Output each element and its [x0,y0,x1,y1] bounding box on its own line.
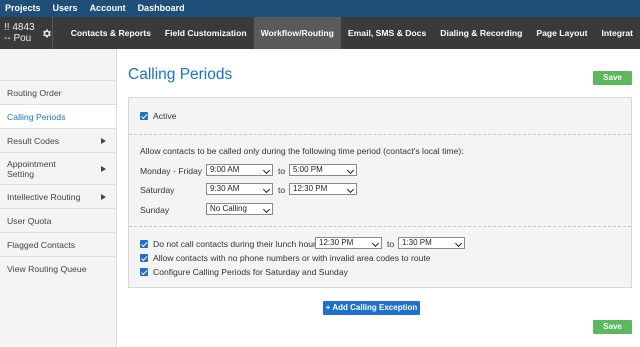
tab-email-sms-docs[interactable]: Email, SMS & Docs [341,17,433,49]
active-checkbox[interactable] [140,112,148,120]
select-value: 5:00 PM [293,165,323,174]
sidebar-item-label: Appointment Setting [7,158,56,179]
select-value: 12:30 PM [319,238,354,247]
chevron-down-icon [346,185,355,194]
weekday-to-select[interactable]: 5:00 PM [289,164,357,176]
no-phone-checkbox[interactable] [140,254,148,262]
select-value: 9:00 AM [210,165,240,174]
row-label-weekday: Monday - Friday [140,166,203,176]
sidebar-item-flagged-contacts[interactable]: Flagged Contacts [0,232,116,256]
to-label: to [387,239,395,249]
calling-periods-panel: Active Allow contacts to be called only … [128,97,632,288]
chevron-down-icon [371,239,380,248]
tab-integrations[interactable]: Integrat [594,17,640,49]
nav-users[interactable]: Users [47,0,84,17]
sidebar-item-user-quota[interactable]: User Quota [0,208,116,232]
sidebar-item-label: User Quota [7,215,52,226]
divider [129,134,631,135]
tab-dialing-recording[interactable]: Dialing & Recording [433,17,529,49]
sidebar-item-label: Intellective Routing [7,191,81,202]
to-label: to [278,166,286,176]
sidebar-item-intellective-routing[interactable]: Intellective Routing [0,184,116,208]
configure-weekend-checkbox[interactable] [140,268,148,276]
select-value: 12:30 PM [293,184,328,193]
sidebar-item-label: Flagged Contacts [7,239,76,250]
no-phone-label: Allow contacts with no phone numbers or … [153,253,431,263]
tab-field-customization[interactable]: Field Customization [158,17,254,49]
select-value: 9:30 AM [210,184,240,193]
chevron-down-icon [262,205,271,214]
nav-projects[interactable]: Projects [0,0,47,17]
sunday-select[interactable]: No Calling [206,203,273,215]
nav-account[interactable]: Account [84,0,132,17]
chevron-down-icon [262,185,271,194]
tab-workflow-routing[interactable]: Workflow/Routing [253,17,341,49]
select-value: No Calling [210,204,247,213]
sidebar-item-label: View Routing Queue [7,263,87,274]
lunch-label: Do not call contacts during their lunch … [153,239,316,249]
lunch-from-select[interactable]: 12:30 PM [315,237,382,249]
account-label: !! 4843 -- Pou [4,22,35,44]
tab-contacts-reports[interactable]: Contacts & Reports [64,17,158,49]
sidebar-item-label: Calling Periods [7,111,66,122]
save-button-top[interactable]: Save [593,71,632,85]
row-label-sunday: Sunday [140,205,170,215]
divider [129,226,631,227]
gear-icon[interactable] [41,28,52,39]
sidebar-item-routing-order[interactable]: Routing Order [0,80,116,104]
chevron-right-icon [101,193,106,200]
sidebar-item-view-routing-queue[interactable]: View Routing Queue [0,256,116,280]
add-calling-exception-button[interactable]: + Add Calling Exception [323,301,420,315]
lunch-to-select[interactable]: 1:30 PM [398,237,465,249]
tab-page-layout[interactable]: Page Layout [529,17,594,49]
chevron-down-icon [454,239,463,248]
chevron-right-icon [101,165,106,172]
period-intro: Allow contacts to be called only during … [140,146,464,156]
to-label: to [278,185,286,195]
section-tabs-bar: !! 4843 -- Pou Contacts & Reports Field … [0,17,640,49]
select-value: 1:30 PM [402,238,432,247]
tab-list: Contacts & Reports Field Customization W… [53,17,640,49]
lunch-checkbox[interactable] [140,240,148,248]
saturday-from-select[interactable]: 9:30 AM [206,183,273,195]
sidebar-item-calling-periods[interactable]: Calling Periods [0,104,116,128]
nav-dashboard[interactable]: Dashboard [132,0,191,17]
save-button-bottom[interactable]: Save [593,320,632,334]
weekday-from-select[interactable]: 9:00 AM [206,164,273,176]
chevron-right-icon [101,137,106,144]
chevron-down-icon [346,166,355,175]
sidebar-item-label: Result Codes [7,135,60,146]
row-label-saturday: Saturday [140,185,175,195]
sidebar: Routing Order Calling Periods Result Cod… [0,49,117,347]
configure-weekend-label: Configure Calling Periods for Saturday a… [153,267,348,277]
top-navigation: Projects Users Account Dashboard [0,0,640,17]
sidebar-item-result-codes[interactable]: Result Codes [0,128,116,152]
account-selector[interactable]: !! 4843 -- Pou [0,17,53,49]
saturday-to-select[interactable]: 12:30 PM [289,183,357,195]
chevron-down-icon [262,166,271,175]
page-title: Calling Periods [128,66,233,83]
sidebar-item-appointment-setting[interactable]: Appointment Setting [0,152,116,184]
sidebar-item-label: Routing Order [7,87,62,98]
active-label: Active [153,111,177,121]
